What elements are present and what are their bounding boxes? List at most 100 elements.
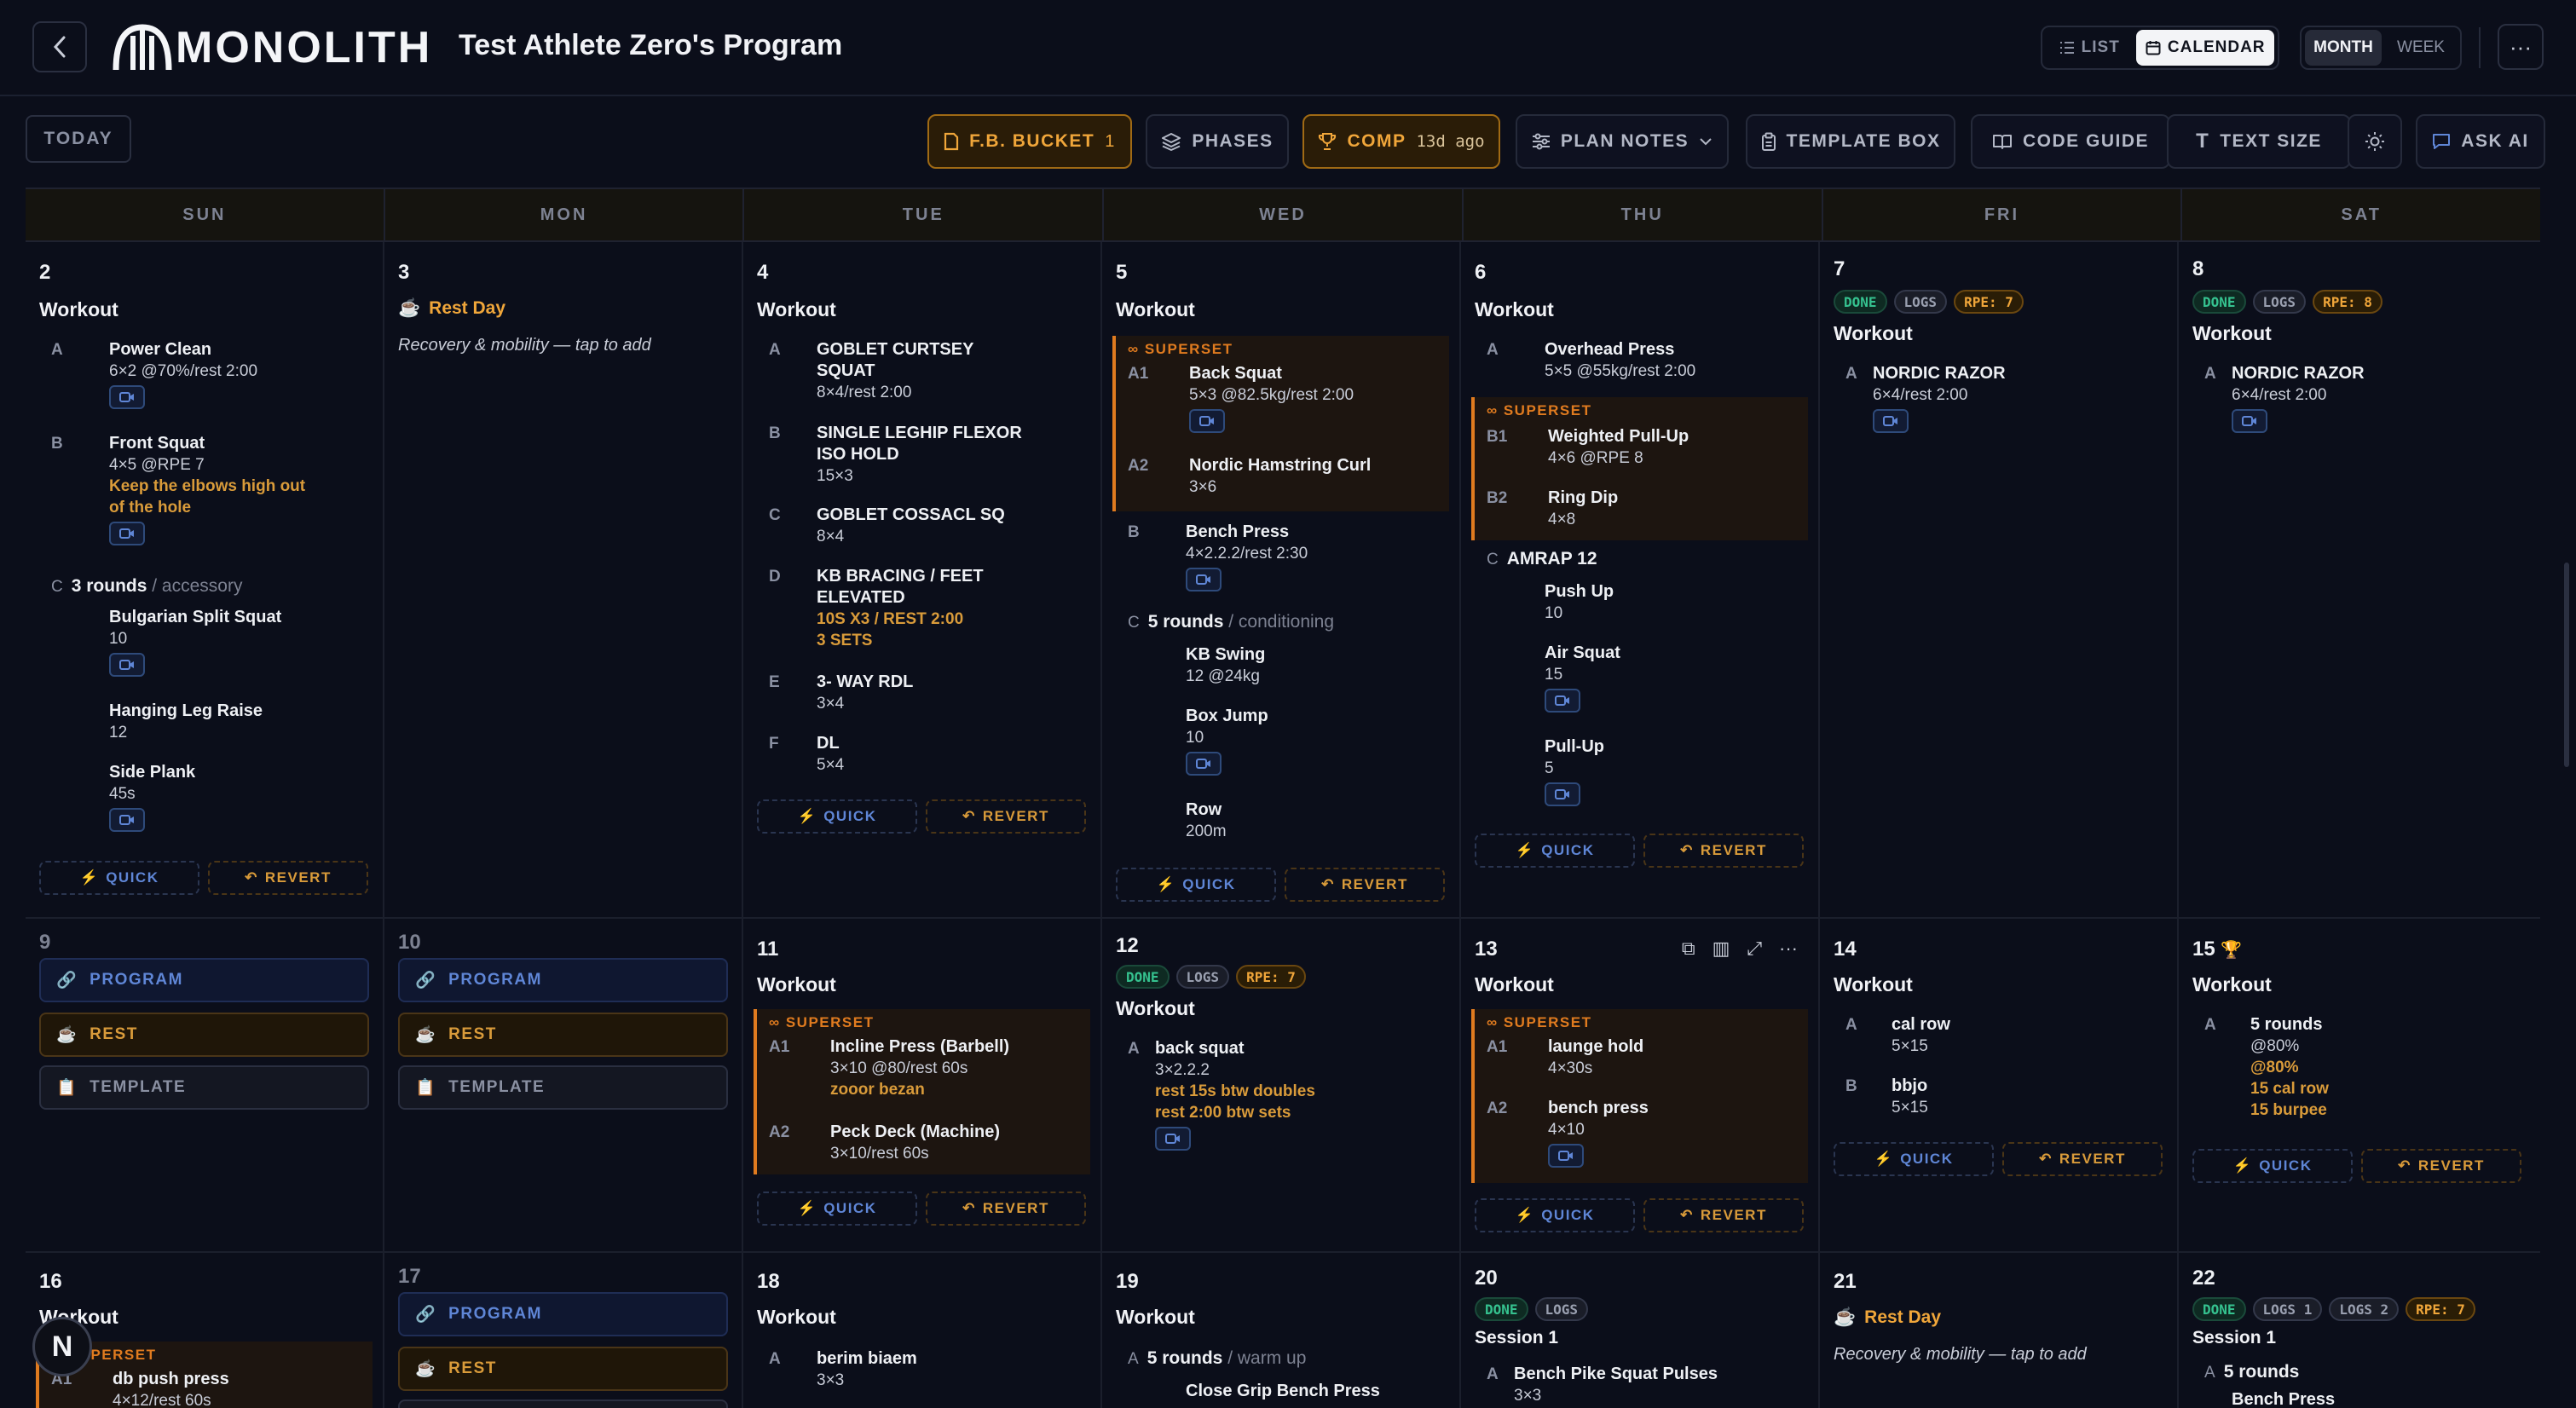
revert-button[interactable]: ↶ REVERT [1643, 1198, 1804, 1232]
video-icon[interactable] [1189, 409, 1225, 433]
expand-icon[interactable]: ⤢ [1747, 938, 1762, 960]
exercise-item[interactable]: Pull-Up 5 [1475, 736, 1805, 808]
list-view-button[interactable]: LIST [2046, 30, 2133, 66]
exercise-item[interactable]: A NORDIC RAZOR 6×4/rest 2:00 [2192, 363, 2527, 435]
day-cell-18[interactable]: 18 Workout A berim biaem 3×3 [743, 1253, 1102, 1408]
exercise-item[interactable]: Bulgarian Split Squat 10 [39, 607, 369, 677]
day-cell-22[interactable]: 22 DONE LOGS 1 LOGS 2 RPE: 7 Session 1 A… [2179, 1253, 2540, 1408]
logs-badge[interactable]: LOGS [1893, 290, 1948, 314]
exercise-item[interactable]: A1 Back Squat 5×3 @82.5kg/rest 2:00 [1116, 363, 1449, 435]
quick-button[interactable]: ⚡ QUICK [1475, 1198, 1635, 1232]
exercise-item[interactable]: A back squat 3×2.2.2 rest 15s btw doubles r… [1116, 1038, 1446, 1157]
exercise-item[interactable]: Push Up 10 [1475, 581, 1805, 627]
video-icon[interactable] [1873, 409, 1909, 433]
add-rest-button[interactable]: ☕ REST [398, 1013, 728, 1057]
revert-button[interactable]: ↶ REVERT [2361, 1149, 2521, 1183]
revert-button[interactable]: ↶ REVERT [1285, 868, 1445, 902]
video-icon[interactable] [1545, 782, 1580, 806]
brand-logo[interactable]: MONOLITH [113, 22, 432, 73]
ask-ai-button[interactable]: ASK AI [2416, 114, 2545, 169]
exercise-item[interactable]: A berim biaem 3×3 [757, 1348, 1087, 1394]
day-cell-11[interactable]: 11 Workout ∞ SUPERSET A1 Incline Press (… [743, 919, 1102, 1251]
superset-group[interactable]: ∞ SUPERSET A1 launge hold 4×30s A2 bench … [1471, 1009, 1808, 1183]
workout-title[interactable]: Workout [1834, 322, 1913, 345]
exercise-item[interactable]: A Power Clean 6×2 @70%/rest 2:00 [39, 339, 369, 409]
day-cell-15[interactable]: 15 🏆 Workout A 5 rounds @80% @80% 15 cal ro… [2179, 919, 2540, 1251]
rest-day-subtitle[interactable]: Recovery & mobility — tap to add [398, 336, 651, 355]
workout-title[interactable]: Workout [2192, 973, 2272, 996]
logs-badge[interactable]: LOGS [1175, 965, 1230, 989]
comp-button[interactable]: COMP 13d ago [1302, 114, 1500, 169]
exercise-item[interactable]: Close Grip Bench Press [1116, 1381, 1446, 1406]
calendar-view-button[interactable]: CALENDAR [2136, 30, 2274, 66]
exercise-item[interactable]: D KB BRACING / FEET ELEVATED 10S X3 / REST… [757, 566, 1087, 660]
quick-button[interactable]: ⚡ QUICK [1116, 868, 1276, 902]
superset-group[interactable]: ∞ SUPERSET A1 Back Squat 5×3 @82.5kg/rest… [1112, 336, 1449, 511]
logs-badge[interactable]: LOGS [1534, 1297, 1589, 1321]
add-program-button[interactable]: 🔗 PROGRAM [398, 958, 728, 1002]
day-cell-9[interactable]: 9 🔗 PROGRAM ☕ REST 📋 TEMPLATE [26, 919, 384, 1251]
add-template-button[interactable]: 📋 TEMPLATE [398, 1065, 728, 1110]
waveform-icon[interactable]: ▥ [1713, 938, 1730, 960]
day-cell-8[interactable]: 8 DONE LOGS RPE: 8 Workout A NORDIC RAZO… [2179, 242, 2540, 917]
template-box-button[interactable]: TEMPLATE BOX [1746, 114, 1955, 169]
exercise-item[interactable]: E 3- WAY RDL 3×4 [757, 672, 1087, 718]
exercise-item[interactable]: A2 bench press 4×10 [1475, 1098, 1808, 1169]
exercise-item[interactable]: A 5 rounds @80% @80% 15 cal row 15 burpee [2192, 1014, 2527, 1134]
workout-title[interactable]: Workout [757, 298, 836, 321]
video-icon[interactable] [109, 808, 145, 832]
rest-day-title[interactable]: ☕ Rest Day [398, 298, 505, 319]
exercise-item[interactable]: B bbjo 5×15 [1834, 1076, 2163, 1122]
text-size-button[interactable]: T TEXT SIZE [2167, 114, 2351, 169]
exercise-item[interactable]: B Bench Press 4×2.2.2/rest 2:30 [1116, 522, 1446, 593]
exercise-item[interactable]: Bench Press [2192, 1389, 2527, 1408]
exercise-item[interactable]: A GOBLET CURTSEY SQUAT 8×4/rest 2:00 [757, 339, 1087, 407]
quick-button[interactable]: ⚡ QUICK [39, 861, 199, 895]
exercise-item[interactable]: A2 Nordic Hamstring Curl 3×6 [1116, 455, 1449, 501]
plan-notes-button[interactable]: PLAN NOTES [1516, 114, 1729, 169]
day-cell-20[interactable]: 20 DONE LOGS Session 1 A Bench Pike Squa… [1461, 1253, 1820, 1408]
day-cell-5[interactable]: 5 Workout ∞ SUPERSET A1 Back Squat 5×3 @8… [1102, 242, 1461, 917]
day-cell-10[interactable]: 10 🔗 PROGRAM ☕ REST 📋 TEMPLATE [384, 919, 743, 1251]
revert-button[interactable]: ↶ REVERT [926, 799, 1086, 834]
exercise-item[interactable]: A2 Peck Deck (Machine) 3×10/rest 60s [757, 1122, 1090, 1168]
workout-title[interactable]: Workout [757, 973, 836, 996]
day-cell-7[interactable]: 7 DONE LOGS RPE: 7 Workout A NORDIC RAZO… [1820, 242, 2179, 917]
exercise-item[interactable]: Hanging Leg Raise 12 [39, 701, 369, 747]
video-icon[interactable] [109, 653, 145, 677]
day-cell-13[interactable]: 13 ⧉ ▥ ⤢ ··· Workout ∞ SUPERSET A1 laung… [1461, 919, 1820, 1251]
add-template-button[interactable]: 📋 TEMPLATE [39, 1065, 369, 1110]
exercise-item[interactable]: F DL 5×4 [757, 733, 1087, 779]
revert-button[interactable]: ↶ REVERT [926, 1192, 1086, 1226]
workout-title[interactable]: Workout [757, 1306, 836, 1329]
theme-toggle-button[interactable] [2348, 114, 2402, 169]
exercise-item[interactable]: A1 launge hold 4×30s [1475, 1036, 1808, 1082]
workout-title[interactable]: Workout [1475, 973, 1554, 996]
day-cell-19[interactable]: 19 Workout A 5 rounds / warm up Close Gri… [1102, 1253, 1461, 1408]
fb-bucket-button[interactable]: F.B. BUCKET 1 [927, 114, 1132, 169]
workout-title[interactable]: Workout [2192, 322, 2272, 345]
exercise-item[interactable]: B SINGLE LEGHIP FLEXOR ISO HOLD 15×3 [757, 423, 1087, 491]
avatar[interactable]: N [32, 1317, 92, 1376]
exercise-item[interactable]: B1 Weighted Pull-Up 4×6 @RPE 8 [1475, 426, 1808, 472]
add-program-button[interactable]: 🔗 PROGRAM [398, 1292, 728, 1336]
exercise-item[interactable]: A cal row 5×15 [1834, 1014, 2163, 1060]
workout-title[interactable]: Workout [1116, 1306, 1195, 1329]
exercise-item[interactable]: Row 200m [1116, 799, 1446, 845]
video-icon[interactable] [2232, 409, 2267, 433]
exercise-item[interactable]: A Overhead Press 5×5 @55kg/rest 2:00 [1475, 339, 1805, 385]
more-options-button[interactable]: ··· [2498, 24, 2544, 70]
exercise-item[interactable]: A1 Incline Press (Barbell) 3×10 @80/rest … [757, 1036, 1090, 1105]
workout-title[interactable]: Workout [39, 298, 118, 321]
session-title[interactable]: Session 1 [1475, 1328, 1558, 1348]
rest-day-title[interactable]: ☕ Rest Day [1834, 1307, 1941, 1328]
day-cell-21[interactable]: 21 ☕ Rest Day Recovery & mobility — tap t… [1820, 1253, 2179, 1408]
superset-group[interactable]: ∞ SUPERSET B1 Weighted Pull-Up 4×6 @RPE 8… [1471, 397, 1808, 540]
exercise-item[interactable]: A1 db push press 4×12/rest 60s [39, 1369, 373, 1408]
day-cell-3[interactable]: 3 ☕ Rest Day Recovery & mobility — tap to… [384, 242, 743, 917]
exercise-item[interactable]: Box Jump 10 [1116, 706, 1446, 777]
exercise-item[interactable]: C GOBLET COSSACL SQ 8×4 [757, 505, 1087, 551]
video-icon[interactable] [109, 385, 145, 409]
day-cell-12[interactable]: 12 DONE LOGS RPE: 7 Workout A back squat… [1102, 919, 1461, 1251]
week-range-button[interactable]: WEEK [2385, 30, 2457, 66]
